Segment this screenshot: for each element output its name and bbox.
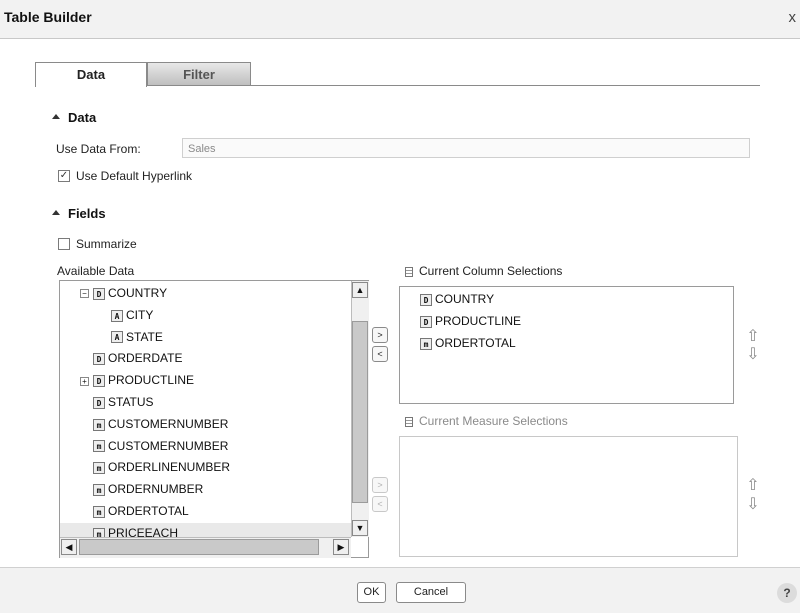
available-data-item[interactable]: m CUSTOMERNUMBER — [60, 414, 351, 434]
help-icon[interactable]: ? — [777, 583, 797, 603]
fields-section-header[interactable]: Fields — [52, 206, 106, 221]
dimension-icon: D — [420, 293, 432, 306]
expand-icon[interactable]: + — [80, 376, 89, 386]
data-section-title: Data — [68, 110, 97, 125]
column-selection-item[interactable]: D PRODUCTLINE — [400, 311, 733, 331]
summarize-label: Summarize — [76, 237, 137, 251]
column-selection-label: ORDERTOTAL — [435, 336, 516, 350]
horizontal-scroll-thumb[interactable] — [79, 539, 319, 555]
column-selections-label: Current Column Selections — [419, 264, 563, 278]
list-icon — [405, 416, 413, 427]
measure-selections-label: Current Measure Selections — [419, 414, 568, 428]
tab-filter[interactable]: Filter — [147, 62, 251, 86]
available-data-label: COUNTRY — [108, 286, 168, 300]
data-section-header[interactable]: Data — [52, 110, 96, 125]
summarize-checkbox[interactable] — [58, 238, 70, 250]
dimension-icon: D — [93, 396, 105, 409]
attribute-icon: A — [111, 309, 123, 322]
scroll-up-icon[interactable]: ▲ — [352, 282, 368, 298]
measure-move-down-icon[interactable]: ⇩ — [745, 496, 761, 514]
available-data-item[interactable]: m ORDERTOTAL — [60, 501, 351, 521]
use-data-from-field[interactable]: Sales — [182, 138, 750, 158]
ok-button[interactable]: OK — [357, 582, 386, 603]
measure-move-up-icon[interactable]: ⇧ — [745, 477, 761, 495]
measure-icon: m — [93, 462, 105, 475]
dimension-icon: D — [420, 315, 432, 328]
available-data-label: PRODUCTLINE — [108, 373, 195, 388]
close-icon[interactable]: x — [789, 9, 797, 26]
measure-icon: m — [93, 440, 105, 453]
column-selection-item[interactable]: m ORDERTOTAL — [400, 333, 733, 353]
available-data-item[interactable]: − D COUNTRY — [60, 283, 351, 303]
collapse-triangle-icon — [52, 114, 60, 120]
scroll-thumb[interactable] — [352, 321, 368, 503]
attribute-icon: A — [111, 331, 123, 344]
available-data-label: ORDERTOTAL — [108, 504, 189, 518]
move-down-icon[interactable]: ⇩ — [745, 346, 761, 364]
dimension-icon: D — [93, 353, 105, 366]
measure-icon: m — [93, 505, 105, 518]
available-data-item[interactable]: + D PRODUCTLINE — [60, 370, 351, 390]
collapse-triangle-icon — [52, 210, 60, 216]
dimension-icon: D — [93, 287, 105, 300]
list-icon — [405, 266, 413, 277]
cancel-button[interactable]: Cancel — [396, 582, 466, 603]
available-data-label: CUSTOMERNUMBER — [108, 416, 229, 431]
available-data-list[interactable]: − D COUNTRY A CITY A STATE D ORDERDATE + D PRODUCTL… — [59, 280, 369, 558]
available-data-label: ORDERDATE — [108, 351, 183, 366]
available-data-item[interactable]: m CUSTOMERNUMBER — [60, 436, 351, 456]
available-data-label: CITY — [126, 307, 154, 322]
column-selections-list[interactable]: D COUNTRY D PRODUCTLINE m ORDERTOTAL — [399, 286, 734, 404]
dimension-icon: D — [93, 375, 105, 388]
available-data-item[interactable]: A CITY — [60, 305, 351, 325]
column-selection-label: COUNTRY — [435, 292, 495, 306]
measure-icon: m — [93, 484, 105, 497]
column-selection-item[interactable]: D COUNTRY — [400, 289, 733, 309]
available-data-item[interactable]: D STATUS — [60, 392, 351, 412]
move-up-icon[interactable]: ⇧ — [745, 328, 761, 346]
scroll-left-icon[interactable]: ◀ — [61, 539, 77, 555]
add-column-button[interactable]: > — [372, 327, 388, 343]
available-data-item[interactable]: m ORDERNUMBER — [60, 479, 351, 499]
column-selection-label: PRODUCTLINE — [435, 314, 522, 328]
column-selections-header: Current Column Selections — [405, 264, 562, 278]
remove-measure-button[interactable]: < — [372, 496, 388, 512]
available-data-item[interactable]: D ORDERDATE — [60, 348, 351, 368]
collapse-icon[interactable]: − — [80, 289, 89, 299]
measure-selections-list[interactable] — [399, 436, 738, 557]
measure-selections-header: Current Measure Selections — [405, 414, 568, 428]
available-data-label: ORDERNUMBER — [108, 482, 204, 497]
available-data-label: STATE — [126, 329, 163, 344]
default-hyperlink-checkbox[interactable]: ✓ — [58, 170, 70, 182]
title-bar — [0, 0, 800, 39]
fields-section-title: Fields — [68, 206, 106, 221]
scroll-right-icon[interactable]: ▶ — [333, 539, 349, 555]
available-data-label: STATUS — [108, 395, 154, 409]
measure-icon: m — [93, 418, 105, 431]
available-data-label: Available Data — [57, 264, 135, 278]
available-data-item[interactable]: m ORDERLINENUMBER — [60, 457, 351, 477]
available-data-label: CUSTOMERNUMBER — [108, 438, 229, 453]
tab-data[interactable]: Data — [35, 62, 147, 87]
available-data-item[interactable]: A STATE — [60, 327, 351, 347]
dialog-title: Table Builder — [4, 9, 92, 25]
add-measure-button[interactable]: > — [372, 477, 388, 493]
available-data-label: ORDERLINENUMBER — [108, 460, 231, 475]
measure-icon: m — [420, 337, 432, 350]
scroll-down-icon[interactable]: ▼ — [352, 520, 368, 536]
default-hyperlink-label: Use Default Hyperlink — [76, 169, 193, 183]
use-data-from-label: Use Data From: — [56, 142, 141, 156]
remove-column-button[interactable]: < — [372, 346, 388, 362]
